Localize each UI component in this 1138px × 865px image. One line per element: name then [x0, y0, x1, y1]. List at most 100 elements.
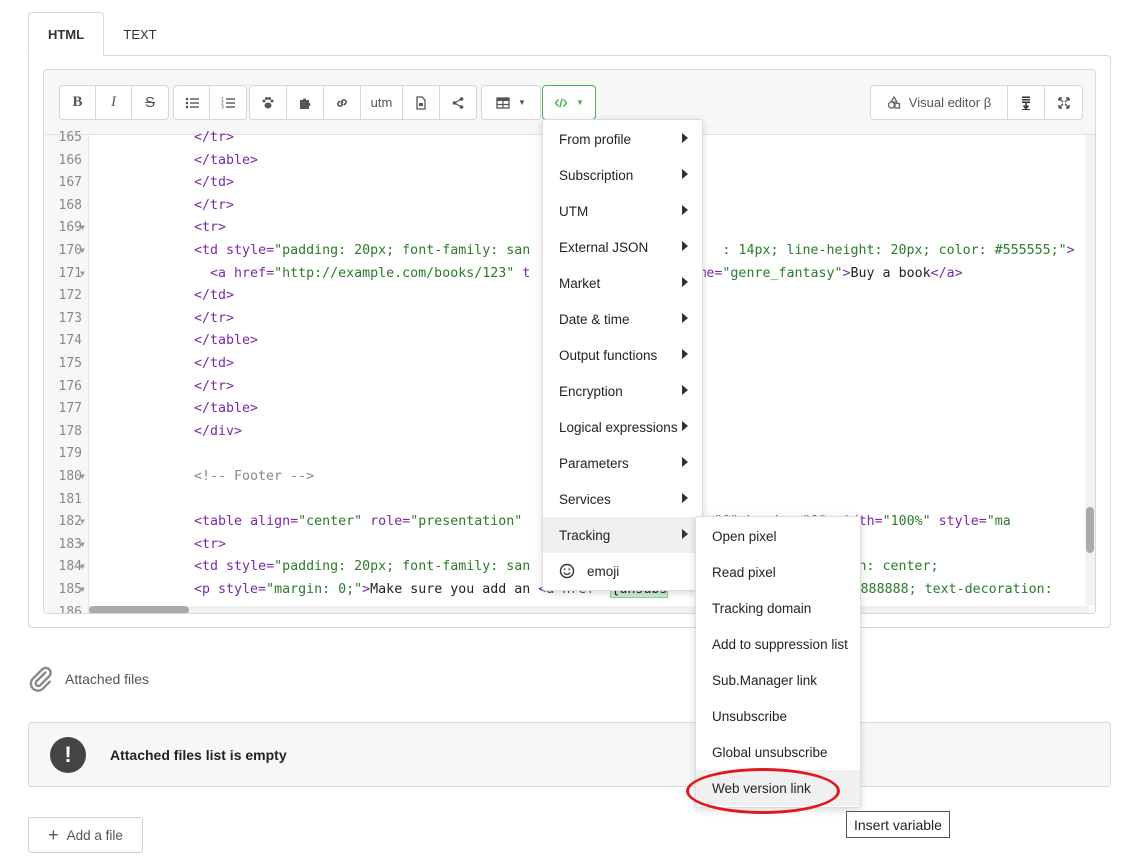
code-text: </tr> — [194, 310, 235, 326]
vertical-scrollbar-thumb[interactable] — [1086, 507, 1094, 553]
menu-item-subscription[interactable]: Subscription — [543, 157, 702, 193]
code-text: </div> — [194, 423, 243, 439]
code-text: </td> — [194, 356, 235, 371]
strikethrough-button[interactable]: S — [132, 86, 168, 119]
code-text: </table> — [194, 333, 259, 349]
bullet-list-button[interactable] — [174, 86, 210, 119]
bold-button[interactable]: B — [60, 86, 96, 119]
numbered-list-icon: 123 — [221, 96, 235, 110]
fold-arrow-icon[interactable]: ▼ — [80, 579, 85, 602]
fold-arrow-icon[interactable]: ▼ — [80, 511, 85, 534]
chevron-right-icon — [682, 241, 688, 251]
menu-item-parameters[interactable]: Parameters — [543, 445, 702, 481]
fold-arrow-icon[interactable]: ▼ — [80, 240, 85, 263]
code-text: </tr> — [194, 378, 235, 394]
menu-item-label: Tracking domain — [712, 600, 812, 616]
submenu-item-unsubscribe[interactable]: Unsubscribe — [696, 698, 860, 734]
menu-item-output-functions[interactable]: Output functions — [543, 337, 702, 373]
menu-item-from-profile[interactable]: From profile — [543, 121, 702, 157]
menu-item-market[interactable]: Market — [543, 265, 702, 301]
line-number: 182 — [58, 514, 82, 530]
code-text: <tr> — [194, 536, 227, 552]
link-icon — [337, 98, 347, 107]
line-number: 172 — [58, 288, 82, 304]
table-icon — [496, 96, 510, 109]
menu-item-label: Read pixel — [712, 564, 776, 580]
menu-item-label: From profile — [559, 131, 632, 147]
fold-arrow-icon[interactable]: ▼ — [80, 556, 85, 579]
italic-button[interactable]: I — [96, 86, 132, 119]
plus-icon: + — [48, 824, 59, 845]
paw-button[interactable] — [250, 86, 287, 119]
line-number: 169 — [58, 220, 82, 236]
insert-variable-button[interactable]: ▼ — [543, 86, 595, 119]
menu-item-label: Add to suppression list — [712, 636, 848, 652]
vertical-scrollbar[interactable] — [1085, 135, 1095, 605]
line-number: 171 — [58, 265, 82, 281]
format-code-button[interactable] — [1008, 86, 1045, 119]
document-button[interactable] — [403, 86, 440, 119]
add-file-button[interactable]: + Add a file — [28, 817, 143, 853]
code-text: <tr> — [194, 220, 227, 236]
submenu-item-add-to-suppression-list[interactable]: Add to suppression list — [696, 626, 860, 662]
chevron-right-icon — [682, 349, 688, 359]
line-number: 181 — [58, 491, 82, 507]
submenu-item-tracking-domain[interactable]: Tracking domain — [696, 590, 860, 626]
submenu-item-read-pixel[interactable]: Read pixel — [696, 554, 860, 590]
code-text: </table> — [194, 152, 259, 168]
tab-text[interactable]: TEXT — [104, 12, 176, 56]
fold-arrow-icon[interactable]: ▼ — [80, 263, 85, 286]
insert-group: utm — [249, 85, 477, 120]
attached-files-heading: Attached files — [28, 666, 149, 692]
add-file-label: Add a file — [66, 827, 123, 843]
line-number: 178 — [58, 423, 82, 439]
fold-arrow-icon[interactable]: ▼ — [80, 534, 85, 557]
share-icon — [452, 96, 464, 109]
menu-item-logical-expressions[interactable]: Logical expressions — [543, 409, 702, 445]
fullscreen-button[interactable] — [1045, 86, 1082, 119]
table-dropdown-button[interactable]: ▼ — [482, 86, 540, 119]
fold-arrow-icon[interactable]: ▼ — [80, 466, 85, 489]
horizontal-scrollbar[interactable] — [89, 606, 1089, 613]
code-text: </td> — [194, 175, 235, 191]
menu-item-label: Services — [559, 491, 611, 507]
menu-item-external-json[interactable]: External JSON — [543, 229, 702, 265]
puzzle-button[interactable] — [287, 86, 324, 119]
chevron-right-icon — [682, 169, 688, 179]
code-text: </tr> — [194, 130, 235, 145]
menu-item-label: Open pixel — [712, 528, 777, 544]
chevron-right-icon — [682, 277, 688, 287]
tab-html[interactable]: HTML — [28, 12, 104, 56]
menu-item-utm[interactable]: UTM — [543, 193, 702, 229]
submenu-item-open-pixel[interactable]: Open pixel — [696, 518, 860, 554]
line-number: 165 — [58, 130, 82, 145]
menu-item-services[interactable]: Services — [543, 481, 702, 517]
submenu-item-sub-manager-link[interactable]: Sub.Manager link — [696, 662, 860, 698]
utm-button[interactable]: utm — [361, 86, 403, 119]
share-button[interactable] — [440, 86, 476, 119]
line-number: 173 — [58, 310, 82, 326]
menu-item-label: UTM — [559, 203, 589, 219]
menu-item-emoji[interactable]: emoji — [543, 553, 702, 589]
horizontal-scrollbar-thumb[interactable] — [89, 606, 189, 613]
menu-item-tracking[interactable]: Tracking — [543, 517, 702, 553]
shapes-icon — [887, 95, 900, 109]
link-button[interactable] — [324, 86, 361, 119]
chevron-right-icon — [682, 493, 688, 503]
attached-files-label: Attached files — [65, 671, 150, 687]
exclamation-icon: ! — [50, 736, 86, 773]
chevron-right-icon — [682, 529, 688, 539]
menu-item-label: Encryption — [559, 383, 623, 399]
menu-item-encryption[interactable]: Encryption — [543, 373, 702, 409]
line-number: 170 — [58, 243, 82, 258]
fold-arrow-icon[interactable]: ▼ — [80, 217, 85, 240]
line-number: 168 — [58, 197, 82, 213]
chevron-right-icon — [682, 385, 688, 395]
submenu-item-global-unsubscribe[interactable]: Global unsubscribe — [696, 734, 860, 770]
numbered-list-button[interactable]: 123 — [210, 86, 246, 119]
visual-editor-button[interactable]: Visual editor β — [871, 86, 1008, 119]
document-icon — [416, 95, 426, 110]
menu-item-date-time[interactable]: Date & time — [543, 301, 702, 337]
puzzle-icon — [300, 98, 311, 109]
menu-item-label: Unsubscribe — [712, 708, 788, 724]
